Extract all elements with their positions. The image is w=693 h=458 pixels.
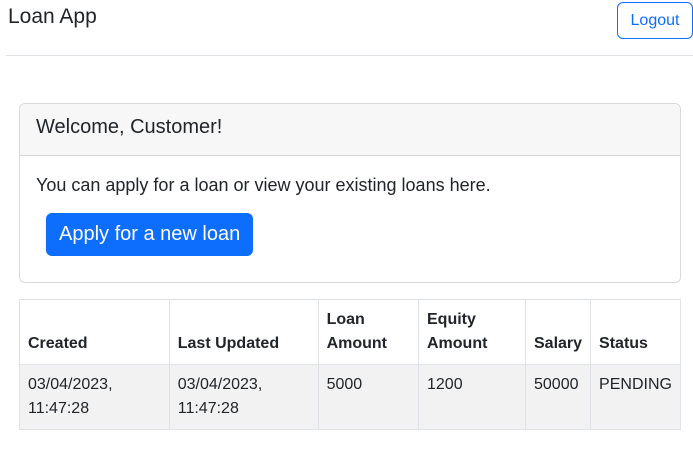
cell-equity-amount: 1200 xyxy=(418,364,526,430)
apply-new-loan-button[interactable]: Apply for a new loan xyxy=(46,213,254,256)
brand-title[interactable]: Loan App xyxy=(8,4,97,30)
header-status: Status xyxy=(590,299,681,365)
welcome-card-body: You can apply for a loan or view your ex… xyxy=(20,156,680,256)
header-last-updated: Last Updated xyxy=(168,299,319,365)
table-header-row: Created Last Updated Loan Amount Equity … xyxy=(19,299,681,365)
cell-last-updated: 03/04/2023, 11:47:28 xyxy=(168,364,319,430)
cell-salary: 50000 xyxy=(524,364,592,430)
header-created: Created xyxy=(19,299,170,365)
welcome-card-text: You can apply for a loan or view your ex… xyxy=(36,175,491,195)
header-salary: Salary xyxy=(524,299,592,365)
cell-loan-amount: 5000 xyxy=(317,364,420,430)
cell-status: PENDING xyxy=(590,364,681,430)
table-row: 03/04/2023, 11:47:28 03/04/2023, 11:47:2… xyxy=(19,364,681,430)
loans-table: Created Last Updated Loan Amount Equity … xyxy=(19,299,681,430)
cell-created: 03/04/2023, 11:47:28 xyxy=(19,364,170,430)
logout-button[interactable]: Logout xyxy=(617,2,693,39)
header-loan-amount: Loan Amount xyxy=(317,299,420,365)
navbar: Loan App Logout xyxy=(6,0,693,56)
header-equity-amount: Equity Amount xyxy=(418,299,526,365)
welcome-card-header: Welcome, Customer! xyxy=(20,104,680,156)
welcome-card: Welcome, Customer! You can apply for a l… xyxy=(19,103,681,283)
